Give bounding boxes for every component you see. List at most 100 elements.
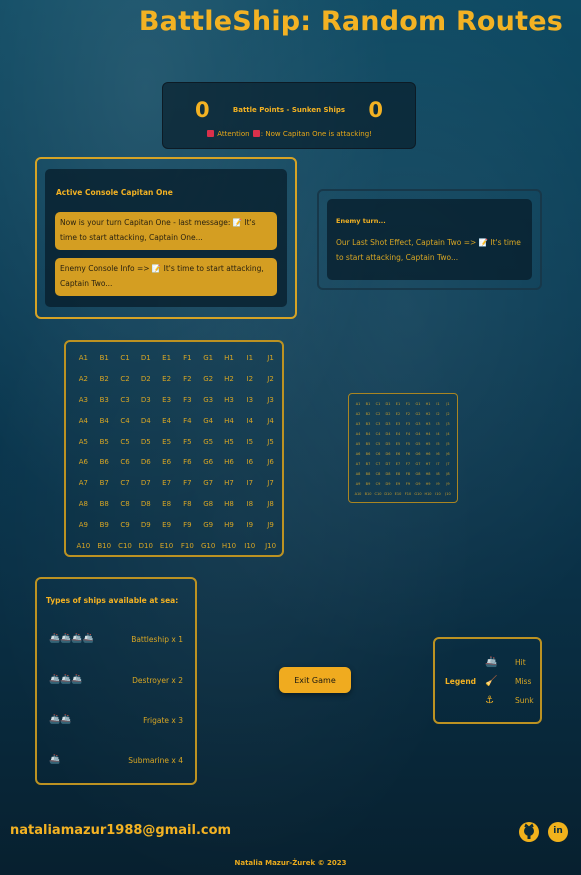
enemy-board-cell[interactable]: D10 xyxy=(383,489,393,499)
linkedin-icon[interactable]: in xyxy=(548,822,568,842)
player-board-cell[interactable]: J2 xyxy=(260,369,281,390)
enemy-board-cell[interactable]: A5 xyxy=(353,439,363,449)
enemy-board-cell[interactable]: H2 xyxy=(423,409,433,419)
player-board-cell[interactable]: H6 xyxy=(219,452,240,473)
enemy-board-cell[interactable]: D3 xyxy=(383,419,393,429)
player-board-cell[interactable]: F5 xyxy=(177,431,198,452)
enemy-board-cell[interactable]: E9 xyxy=(393,479,403,489)
player-board-cell[interactable]: I3 xyxy=(239,390,260,411)
enemy-board-cell[interactable]: J7 xyxy=(443,459,453,469)
enemy-board-cell[interactable]: H5 xyxy=(423,439,433,449)
player-board-cell[interactable]: F1 xyxy=(177,348,198,369)
enemy-board-cell[interactable]: I3 xyxy=(433,419,443,429)
enemy-board-cell[interactable]: G2 xyxy=(413,409,423,419)
enemy-board-cell[interactable]: C1 xyxy=(373,399,383,409)
player-board-cell[interactable]: D7 xyxy=(135,473,156,494)
enemy-board-cell[interactable]: B5 xyxy=(363,439,373,449)
player-board-cell[interactable]: H1 xyxy=(219,348,240,369)
enemy-board-cell[interactable]: B3 xyxy=(363,419,373,429)
player-board-cell[interactable]: A2 xyxy=(73,369,94,390)
enemy-board-cell[interactable]: A9 xyxy=(353,479,363,489)
player-board-cell[interactable]: D10 xyxy=(135,535,156,556)
enemy-board-cell[interactable]: E1 xyxy=(393,399,403,409)
enemy-board-cell[interactable]: A7 xyxy=(353,459,363,469)
player-board-cell[interactable]: F4 xyxy=(177,410,198,431)
enemy-board-cell[interactable]: H10 xyxy=(423,489,433,499)
player-board-cell[interactable]: E9 xyxy=(156,514,177,535)
contact-email[interactable]: nataliamazur1988@gmail.com xyxy=(10,823,231,838)
enemy-board-cell[interactable]: E4 xyxy=(393,429,403,439)
enemy-board-cell[interactable]: D6 xyxy=(383,449,393,459)
player-board-cell[interactable]: E8 xyxy=(156,494,177,515)
enemy-board-cell[interactable]: B6 xyxy=(363,449,373,459)
player-board-cell[interactable]: H8 xyxy=(219,494,240,515)
player-board-cell[interactable]: D3 xyxy=(135,390,156,411)
github-icon[interactable] xyxy=(519,822,539,842)
enemy-board-cell[interactable]: G1 xyxy=(413,399,423,409)
enemy-board-cell[interactable]: C2 xyxy=(373,409,383,419)
enemy-board-cell[interactable]: F3 xyxy=(403,419,413,429)
player-board-cell[interactable]: I7 xyxy=(239,473,260,494)
enemy-board-cell[interactable]: A6 xyxy=(353,449,363,459)
enemy-board-cell[interactable]: D5 xyxy=(383,439,393,449)
player-board-cell[interactable]: E1 xyxy=(156,348,177,369)
enemy-board-cell[interactable]: J10 xyxy=(443,489,453,499)
enemy-board-cell[interactable]: F7 xyxy=(403,459,413,469)
player-board-cell[interactable]: B9 xyxy=(94,514,115,535)
enemy-board-cell[interactable]: G9 xyxy=(413,479,423,489)
player-board-cell[interactable]: G3 xyxy=(198,390,219,411)
player-board-cell[interactable]: J6 xyxy=(260,452,281,473)
enemy-board-cell[interactable]: E8 xyxy=(393,469,403,479)
player-board-cell[interactable]: G7 xyxy=(198,473,219,494)
player-board-cell[interactable]: H2 xyxy=(219,369,240,390)
enemy-board-cell[interactable]: E3 xyxy=(393,419,403,429)
exit-game-button[interactable]: Exit Game xyxy=(279,667,351,693)
player-board-cell[interactable]: I8 xyxy=(239,494,260,515)
enemy-board-cell[interactable]: G6 xyxy=(413,449,423,459)
enemy-board-cell[interactable]: H3 xyxy=(423,419,433,429)
player-board-cell[interactable]: D9 xyxy=(135,514,156,535)
player-board-cell[interactable]: E10 xyxy=(156,535,177,556)
player-board-cell[interactable]: C9 xyxy=(115,514,136,535)
player-board-cell[interactable]: A5 xyxy=(73,431,94,452)
enemy-board-cell[interactable]: B8 xyxy=(363,469,373,479)
player-board-cell[interactable]: I6 xyxy=(239,452,260,473)
player-board-cell[interactable]: F3 xyxy=(177,390,198,411)
enemy-board-cell[interactable]: D1 xyxy=(383,399,393,409)
player-board-cell[interactable]: A9 xyxy=(73,514,94,535)
enemy-board-cell[interactable]: E6 xyxy=(393,449,403,459)
enemy-board-cell[interactable]: A2 xyxy=(353,409,363,419)
enemy-board-cell[interactable]: I4 xyxy=(433,429,443,439)
player-board-cell[interactable]: C1 xyxy=(115,348,136,369)
player-board-cell[interactable]: E7 xyxy=(156,473,177,494)
enemy-board-cell[interactable]: J5 xyxy=(443,439,453,449)
player-board-cell[interactable]: F7 xyxy=(177,473,198,494)
player-board-cell[interactable]: C10 xyxy=(115,535,136,556)
player-board-cell[interactable]: J10 xyxy=(260,535,281,556)
player-board-cell[interactable]: J4 xyxy=(260,410,281,431)
enemy-board-cell[interactable]: B9 xyxy=(363,479,373,489)
player-board-cell[interactable]: H4 xyxy=(219,410,240,431)
enemy-board-cell[interactable]: F1 xyxy=(403,399,413,409)
player-board-cell[interactable]: A6 xyxy=(73,452,94,473)
enemy-board-cell[interactable]: D9 xyxy=(383,479,393,489)
enemy-board-cell[interactable]: F10 xyxy=(403,489,413,499)
player-board-cell[interactable]: G10 xyxy=(198,535,219,556)
player-board-cell[interactable]: D6 xyxy=(135,452,156,473)
enemy-board-cell[interactable]: D7 xyxy=(383,459,393,469)
player-board-cell[interactable]: B7 xyxy=(94,473,115,494)
enemy-board-cell[interactable]: G5 xyxy=(413,439,423,449)
enemy-board-cell[interactable]: J1 xyxy=(443,399,453,409)
enemy-board-cell[interactable]: I7 xyxy=(433,459,443,469)
enemy-board-cell[interactable]: C8 xyxy=(373,469,383,479)
player-board-cell[interactable]: A1 xyxy=(73,348,94,369)
player-board-cell[interactable]: B5 xyxy=(94,431,115,452)
player-board-cell[interactable]: F9 xyxy=(177,514,198,535)
enemy-board-cell[interactable]: B10 xyxy=(363,489,373,499)
player-board-cell[interactable]: H5 xyxy=(219,431,240,452)
player-board-cell[interactable]: J5 xyxy=(260,431,281,452)
enemy-board-cell[interactable]: C5 xyxy=(373,439,383,449)
player-board-cell[interactable]: B6 xyxy=(94,452,115,473)
enemy-board-cell[interactable]: G8 xyxy=(413,469,423,479)
enemy-board-cell[interactable]: H6 xyxy=(423,449,433,459)
